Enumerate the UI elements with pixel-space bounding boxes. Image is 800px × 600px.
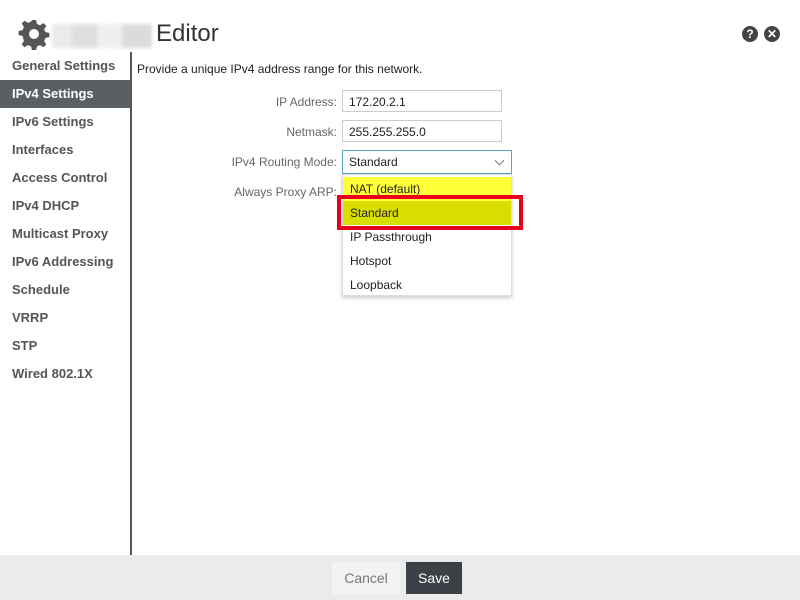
proxy-arp-label: Always Proxy ARP: — [234, 185, 337, 199]
option-ip-passthrough[interactable]: IP Passthrough — [343, 225, 511, 249]
netmask-input[interactable]: 255.255.255.0 — [342, 120, 502, 142]
option-nat-default[interactable]: NAT (default) — [343, 177, 511, 201]
sidebar-item-multicast-proxy[interactable]: Multicast Proxy — [0, 220, 130, 248]
sidebar-item-vrrp[interactable]: VRRP — [0, 304, 130, 332]
intro-text: Provide a unique IPv4 address range for … — [137, 62, 423, 76]
editor-header: Editor ? ✕ — [0, 0, 800, 52]
sidebar-item-general-settings[interactable]: General Settings — [0, 52, 130, 80]
sidebar-item-interfaces[interactable]: Interfaces — [0, 136, 130, 164]
gear-icon — [18, 20, 50, 50]
ip-address-label: IP Address: — [275, 95, 337, 109]
routing-mode-dropdown: NAT (default) Standard IP Passthrough Ho… — [342, 174, 512, 296]
sidebar-item-wired-8021x[interactable]: Wired 802.1X — [0, 360, 130, 388]
chevron-down-icon — [494, 155, 505, 166]
sidebar-item-access-control[interactable]: Access Control — [0, 164, 130, 192]
ip-address-input[interactable]: 172.20.2.1 — [342, 90, 502, 112]
option-loopback[interactable]: Loopback — [343, 273, 511, 297]
sidebar-item-stp[interactable]: STP — [0, 332, 130, 360]
page-title: Editor — [156, 20, 219, 47]
cancel-button[interactable]: Cancel — [332, 562, 400, 594]
sidebar-item-ipv4-dhcp[interactable]: IPv4 DHCP — [0, 192, 130, 220]
save-button[interactable]: Save — [406, 562, 462, 594]
footer-bar: Cancel Save — [0, 555, 800, 600]
sidebar: General Settings IPv4 Settings IPv6 Sett… — [0, 52, 132, 555]
sidebar-item-ipv4-settings[interactable]: IPv4 Settings — [0, 80, 130, 108]
routing-mode-value: Standard — [349, 155, 398, 169]
sidebar-item-ipv6-addressing[interactable]: IPv6 Addressing — [0, 248, 130, 276]
routing-mode-select[interactable]: Standard — [342, 150, 512, 174]
sidebar-item-ipv6-settings[interactable]: IPv6 Settings — [0, 108, 130, 136]
option-standard[interactable]: Standard — [343, 201, 511, 225]
main-content: Provide a unique IPv4 address range for … — [132, 52, 800, 555]
sidebar-item-schedule[interactable]: Schedule — [0, 276, 130, 304]
redacted-network-name — [52, 24, 152, 48]
netmask-label: Netmask: — [286, 125, 337, 139]
help-icon[interactable]: ? — [742, 26, 758, 42]
close-icon[interactable]: ✕ — [764, 26, 780, 42]
option-hotspot[interactable]: Hotspot — [343, 249, 511, 273]
routing-mode-label: IPv4 Routing Mode: — [231, 155, 337, 169]
